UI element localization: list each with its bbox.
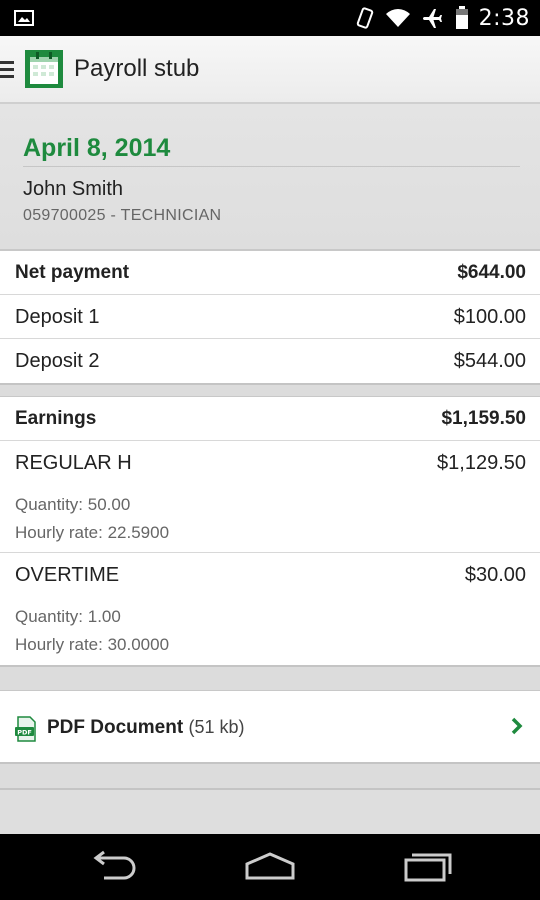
deposit-label: Deposit 2 <box>15 350 100 372</box>
net-payment-card: Net payment $644.00 Deposit 1 $100.00 De… <box>0 250 540 385</box>
pdf-document-label: PDF Document (51 kb) <box>47 717 245 739</box>
earnings-total-row: Earnings $1,159.50 <box>0 397 540 441</box>
deposit-amount: $544.00 <box>453 350 526 372</box>
net-payment-row: Net payment $644.00 <box>0 251 540 295</box>
rotate-icon <box>356 7 373 29</box>
net-payment-label: Net payment <box>15 262 130 283</box>
pdf-document-title: PDF Document <box>47 717 184 738</box>
divider <box>23 166 520 167</box>
earnings-item-amount: $30.00 <box>464 564 526 586</box>
app-logo-icon[interactable] <box>24 49 64 89</box>
stub-date: April 8, 2014 <box>23 134 171 162</box>
page-title: Payroll stub <box>74 55 200 82</box>
action-bar: Payroll stub <box>0 36 540 104</box>
earnings-card: Earnings $1,159.50 REGULAR H $1,129.50 Q… <box>0 396 540 667</box>
earnings-item-rate: Hourly rate: 22.5900 <box>15 523 170 542</box>
deposit-row: Deposit 2 $544.00 <box>0 339 540 383</box>
earnings-total: $1,159.50 <box>441 408 526 429</box>
bottom-spacer <box>0 788 540 834</box>
earnings-item-label: OVERTIME <box>15 564 120 586</box>
employee-name: John Smith <box>23 178 124 200</box>
pdf-document-link[interactable]: PDF PDF Document (51 kb) <box>0 690 540 764</box>
earnings-item-label: REGULAR H <box>15 452 132 474</box>
earnings-item-quantity: Quantity: 50.00 <box>15 495 131 514</box>
chevron-right-icon <box>511 717 523 735</box>
home-icon[interactable] <box>243 850 297 882</box>
battery-icon <box>455 6 468 29</box>
earnings-label: Earnings <box>15 408 97 429</box>
earnings-item: OVERTIME $30.00 Quantity: 1.00 Hourly ra… <box>0 553 540 665</box>
stub-header: April 8, 2014 John Smith 059700025 - TEC… <box>0 104 540 250</box>
image-notification-icon <box>14 10 34 26</box>
menu-icon[interactable] <box>0 60 18 78</box>
pdf-document-size: (51 kb) <box>188 717 245 737</box>
net-payment-amount: $644.00 <box>457 262 526 283</box>
deposit-amount: $100.00 <box>453 306 526 328</box>
airplane-mode-icon <box>422 9 442 28</box>
clock: 2:38 <box>478 5 530 31</box>
earnings-item: REGULAR H $1,129.50 Quantity: 50.00 Hour… <box>0 441 540 553</box>
employee-id: 059700025 - TECHNICIAN <box>23 207 222 224</box>
earnings-item-rate: Hourly rate: 30.0000 <box>15 635 170 654</box>
system-navigation-bar <box>0 834 540 900</box>
deposit-row: Deposit 1 $100.00 <box>0 295 540 339</box>
deposit-label: Deposit 1 <box>15 306 100 328</box>
status-bar: 2:38 <box>0 0 540 36</box>
wifi-icon <box>385 9 410 27</box>
pdf-file-icon: PDF <box>15 716 36 742</box>
recent-apps-icon[interactable] <box>402 850 454 882</box>
back-icon[interactable] <box>88 850 138 882</box>
earnings-item-quantity: Quantity: 1.00 <box>15 607 121 626</box>
earnings-item-amount: $1,129.50 <box>437 452 526 474</box>
svg-text:PDF: PDF <box>17 728 32 736</box>
